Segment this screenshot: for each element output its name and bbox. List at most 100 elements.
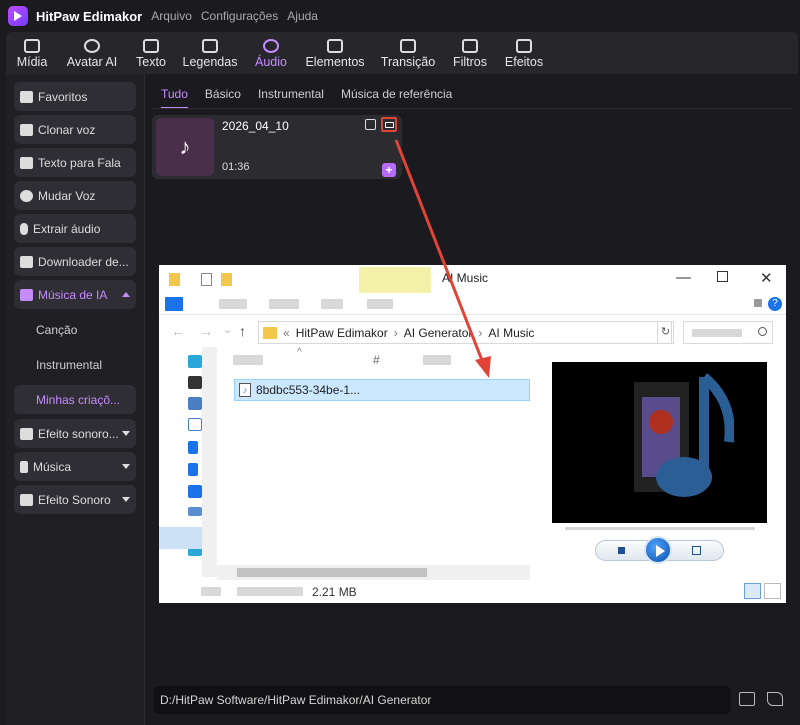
sidebar-item-extrair-audio[interactable]: Extrair áudio [14,214,136,243]
stop-icon[interactable] [618,547,625,554]
sidebar-item-musica[interactable]: Música [14,452,136,481]
navigation-scrollbar[interactable] [202,347,217,577]
edit-icon[interactable] [365,119,376,130]
tool-elements[interactable]: Elementos [298,32,372,74]
breadcrumb-hitpaw-edimakor[interactable]: HitPaw Edimakor [296,326,388,340]
tool-effects[interactable]: Efeitos [496,32,552,74]
videos-icon[interactable] [188,376,202,389]
title-bar: HitPaw Edimakor Arquivo Configurações Aj… [0,0,800,32]
search-input[interactable] [683,321,773,344]
sidebar-item-downloader[interactable]: Downloader de... [14,247,136,276]
sidebar-item-label: Extrair áudio [33,221,101,236]
music-file-preview-icon [634,373,734,497]
seek-bar[interactable] [565,527,755,530]
tab-basico[interactable]: Básico [205,87,241,109]
selected-drive[interactable] [159,527,205,549]
menu-configuracoes[interactable]: Configurações [201,9,278,23]
tools-tab[interactable] [367,299,393,309]
sidebar-item-label: Música de IA [38,287,108,302]
selection-size: 2.21 MB [312,585,357,599]
sidebar-subitem-minhas-criacoes[interactable]: Minhas criaçõ... [14,385,136,414]
tab-instrumental[interactable]: Instrumental [258,87,324,109]
file-tab[interactable] [165,297,183,311]
breadcrumb-overflow[interactable]: « [283,326,290,340]
up-icon[interactable]: ↑ [239,323,246,339]
column-title[interactable] [423,355,451,365]
share-tab[interactable] [269,299,299,309]
history-chevron-icon[interactable]: ⌄ [223,323,232,336]
music-icon[interactable] [188,463,198,476]
chevron-down-icon[interactable] [754,299,762,307]
sidebar-item-musica-de-ia[interactable]: Música de IA [14,280,136,309]
sidebar-item-clonar-voz[interactable]: Clonar voz [14,115,136,144]
folder-icon[interactable] [739,692,755,706]
horizontal-scrollbar[interactable] [217,565,530,580]
tool-text[interactable]: Texto [126,32,176,74]
voice-change-icon [20,189,33,202]
downloads-icon[interactable] [188,441,198,454]
column-number[interactable]: # [373,353,380,367]
selection-count [237,587,303,596]
large-icons-view-icon[interactable] [764,583,781,599]
documents-icon[interactable] [188,418,202,431]
desktop-icon[interactable] [188,485,202,498]
tab-tudo[interactable]: Tudo [161,87,188,109]
add-to-timeline-button[interactable]: + [382,163,396,177]
ai-music-icon [20,288,33,301]
sidebar-item-efeito-sonoro[interactable]: Efeito Sonoro [14,485,136,514]
sidebar-subitem-cancao[interactable]: Canção [36,323,77,337]
captions-icon [202,39,218,53]
sidebar-item-favoritos[interactable]: Favoritos [14,82,136,111]
3d-objects-icon[interactable] [188,355,202,368]
card-title: 2026_04_10 [222,119,289,133]
help-icon[interactable]: ? [768,297,782,311]
back-icon[interactable]: ← [171,323,185,339]
view-tab[interactable] [321,299,343,309]
tab-musica-de-referencia[interactable]: Música de referência [341,87,452,109]
open-folder-icon[interactable] [381,117,397,132]
breadcrumb-ai-generator[interactable]: AI Generator [404,326,473,340]
windows-drive-icon[interactable] [188,507,202,516]
scroll-thumb[interactable] [237,568,427,577]
minimize-icon[interactable]: — [676,269,691,286]
sidebar-item-label: Efeito sonoro... [38,426,119,441]
tabs-divider [152,108,792,109]
home-tab[interactable] [219,299,247,309]
chevron-down-icon [122,464,130,469]
address-bar[interactable]: « HitPaw Edimakor › AI Generator › AI Mu… [258,321,672,344]
menu-ajuda[interactable]: Ajuda [287,9,318,23]
maximize-icon[interactable] [717,271,728,282]
column-name[interactable] [233,355,263,365]
music-card[interactable]: ♪ 2026_04_10 01:36 + [152,115,402,179]
details-view-icon[interactable] [744,583,761,599]
menu-arquivo[interactable]: Arquivo [151,9,192,23]
play-button[interactable] [644,536,672,564]
close-icon[interactable]: ✕ [760,269,773,287]
tool-filters[interactable]: Filtros [444,32,496,74]
transition-icon [400,39,416,53]
sidebar-item-texto-para-fala[interactable]: Texto para Fala [14,148,136,177]
sidebar-subitem-instrumental[interactable]: Instrumental [36,358,102,372]
tool-transition[interactable]: Transição [372,32,444,74]
pictures-icon[interactable] [188,397,202,410]
waveform-icon [20,123,33,136]
sidebar-item-mudar-voz[interactable]: Mudar Voz [14,181,136,210]
refresh-icon[interactable]: ↻ [657,321,674,344]
tool-media[interactable]: Mídia [6,32,58,74]
open-in-player-icon[interactable] [692,546,701,555]
app-name: HitPaw Edimakor [36,8,143,24]
app-window: HitPaw Edimakor Arquivo Configurações Aj… [0,0,800,725]
edit-path-icon[interactable] [767,692,783,706]
breadcrumb-ai-music[interactable]: AI Music [488,326,534,340]
tool-audio[interactable]: Áudio [244,32,298,74]
tool-avatar-ai[interactable]: Avatar AI [58,32,126,74]
text-icon [143,39,159,53]
sidebar-item-label: Música [33,459,72,474]
sidebar-item-efeito-sonoro-ia[interactable]: Efeito sonoro... [14,419,136,448]
forward-icon[interactable]: → [199,323,213,339]
file-row[interactable]: ♪ 8bdbc553-34be-1... [234,379,530,401]
new-folder-icon[interactable] [221,273,232,286]
tool-captions[interactable]: Legendas [176,32,244,74]
output-path-field[interactable]: D:/HitPaw Software/HitPaw Edimakor/AI Ge… [154,686,731,714]
properties-icon[interactable] [201,273,212,286]
